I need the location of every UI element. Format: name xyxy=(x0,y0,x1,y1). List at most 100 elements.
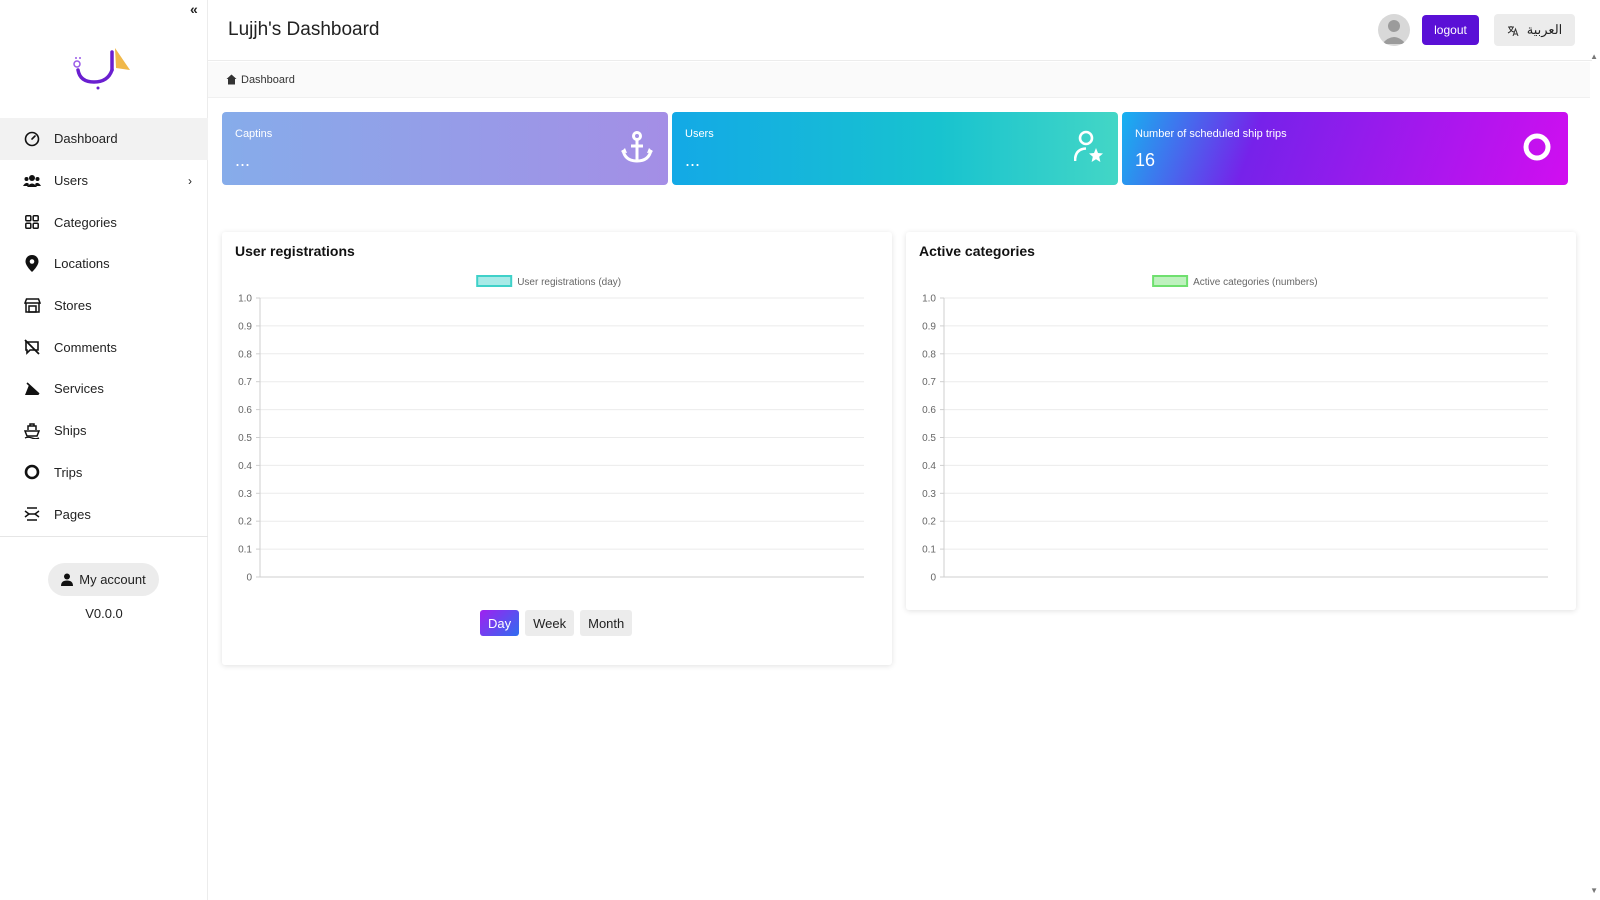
y-tick-label: 0.3 xyxy=(922,489,936,500)
y-tick-label: 0.2 xyxy=(922,517,936,528)
y-tick-label: 0.5 xyxy=(922,433,936,444)
sidebar-item-label: Stores xyxy=(54,298,92,314)
breadcrumb-current: Dashboard xyxy=(241,73,295,86)
gauge-icon xyxy=(22,129,42,149)
map-pin-icon xyxy=(22,254,42,274)
y-tick-label: 0.6 xyxy=(238,405,252,416)
y-tick-label: 0.4 xyxy=(922,461,936,472)
panel-title: Active categories xyxy=(919,243,1035,259)
sidebar-divider xyxy=(0,536,208,537)
sidebar-item-stores[interactable]: Stores xyxy=(0,285,208,327)
y-tick-label: 0.4 xyxy=(238,461,252,472)
my-account-label: My account xyxy=(79,572,146,587)
sidebar: « Dashboard Users › Categories Locations… xyxy=(0,0,208,900)
brand-logo xyxy=(73,48,130,90)
y-tick-label: 1.0 xyxy=(238,294,252,305)
avatar[interactable] xyxy=(1378,14,1410,46)
home-icon[interactable] xyxy=(226,74,237,85)
card-label: Users xyxy=(685,128,714,140)
language-button[interactable]: العربية xyxy=(1494,14,1575,46)
sidebar-item-label: Categories xyxy=(54,214,117,230)
grid-icon xyxy=(22,212,42,232)
sidebar-item-label: Comments xyxy=(54,339,117,355)
range-week-button[interactable]: Week xyxy=(525,610,575,636)
sidebar-item-label: Dashboard xyxy=(54,131,118,147)
panel-title: User registrations xyxy=(235,243,355,259)
services-icon xyxy=(22,379,42,399)
y-tick-label: 0.2 xyxy=(238,517,252,528)
legend-swatch xyxy=(1152,275,1189,287)
y-tick-label: 0 xyxy=(246,573,252,584)
captins-stat-card: Captins ... xyxy=(222,112,668,185)
scroll-up-icon[interactable]: ▲ xyxy=(1590,52,1598,61)
ship-icon xyxy=(22,421,42,441)
legend-label: Active categories (numbers) xyxy=(1193,277,1318,288)
anchor-icon xyxy=(620,130,654,169)
scroll-down-icon[interactable]: ▼ xyxy=(1590,886,1598,895)
y-tick-label: 0.7 xyxy=(238,377,252,388)
y-tick-label: 0.9 xyxy=(238,321,252,332)
users-icon xyxy=(22,171,42,191)
range-day-button[interactable]: Day xyxy=(480,610,520,636)
user-registrations-panel: User registrations 0 0.1 0.2 0.3 0.4 0.5 0.6 0.… xyxy=(222,232,892,665)
sidebar-item-ships[interactable]: Ships xyxy=(0,410,208,452)
y-tick-label: 0.9 xyxy=(922,321,936,332)
trips-stat-card: Number of scheduled ship trips 16 xyxy=(1122,112,1568,185)
legend-swatch xyxy=(476,275,513,287)
sidebar-item-services[interactable]: Services xyxy=(0,368,208,410)
translate-icon xyxy=(1507,25,1519,36)
y-tick-label: 1.0 xyxy=(922,294,936,305)
sidebar-item-label: Users xyxy=(54,173,88,189)
logout-button[interactable]: logout xyxy=(1422,15,1479,45)
collapse-sidebar-icon[interactable]: « xyxy=(190,2,204,16)
y-tick-label: 0 xyxy=(930,573,936,584)
app-version: V0.0.0 xyxy=(85,606,123,621)
user-icon xyxy=(61,573,74,586)
my-account-button[interactable]: My account xyxy=(48,563,159,596)
sidebar-item-pages[interactable]: Pages xyxy=(0,493,208,535)
breadcrumb: Dashboard xyxy=(208,62,1590,98)
card-value: ... xyxy=(235,150,251,170)
sidebar-item-categories[interactable]: Categories xyxy=(0,201,208,243)
active-categories-panel: Active categories 0 0.1 0.2 0.3 0.4 0.5 0.6 0.7… xyxy=(906,232,1576,610)
store-icon xyxy=(22,296,42,316)
sidebar-item-comments[interactable]: Comments xyxy=(0,326,208,368)
sidebar-item-trips[interactable]: Trips xyxy=(0,452,208,494)
y-tick-label: 0.8 xyxy=(922,349,936,360)
y-tick-label: 0.8 xyxy=(238,349,252,360)
y-tick-label: 0.1 xyxy=(238,545,252,556)
card-label: Captins xyxy=(235,128,273,140)
sidebar-item-locations[interactable]: Locations xyxy=(0,243,208,285)
y-tick-label: 0.6 xyxy=(922,405,936,416)
user-registrations-chart: 0 0.1 0.2 0.3 0.4 0.5 0.6 0.7 0.8 0.9 1.0 User regi… xyxy=(238,275,864,584)
range-toggle: Day Week Month xyxy=(480,610,633,636)
ring-icon xyxy=(1520,130,1554,169)
language-label: العربية xyxy=(1526,22,1563,37)
y-tick-label: 0.5 xyxy=(238,433,252,444)
sidebar-nav: Dashboard Users › Categories Locations S… xyxy=(0,118,208,535)
card-value: 16 xyxy=(1135,150,1156,170)
sidebar-item-dashboard[interactable]: Dashboard xyxy=(0,118,208,160)
user-star-icon xyxy=(1073,130,1104,169)
comment-off-icon xyxy=(22,337,42,357)
active-categories-chart: 0 0.1 0.2 0.3 0.4 0.5 0.6 0.7 0.8 0.9 1.0 Active ca… xyxy=(922,275,1548,584)
sidebar-item-label: Services xyxy=(54,381,104,397)
range-month-button[interactable]: Month xyxy=(580,610,633,636)
legend-label: User registrations (day) xyxy=(517,277,621,288)
card-value: ... xyxy=(685,150,701,170)
page-title: Lujjh's Dashboard xyxy=(228,19,380,40)
sidebar-item-users[interactable]: Users › xyxy=(0,160,208,202)
sidebar-item-label: Locations xyxy=(54,256,110,272)
card-label: Number of scheduled ship trips xyxy=(1135,128,1287,140)
chevron-right-icon: › xyxy=(188,173,192,188)
users-stat-card: Users ... xyxy=(672,112,1118,185)
top-header: Lujjh's Dashboard logout العربية xyxy=(208,0,1592,61)
y-tick-label: 0.7 xyxy=(922,377,936,388)
sidebar-item-label: Pages xyxy=(54,506,91,522)
pages-icon xyxy=(22,504,42,524)
y-tick-label: 0.1 xyxy=(922,545,936,556)
y-tick-label: 0.3 xyxy=(238,489,252,500)
sidebar-item-label: Trips xyxy=(54,464,83,480)
sidebar-item-label: Ships xyxy=(54,423,87,439)
circle-icon xyxy=(22,462,42,482)
